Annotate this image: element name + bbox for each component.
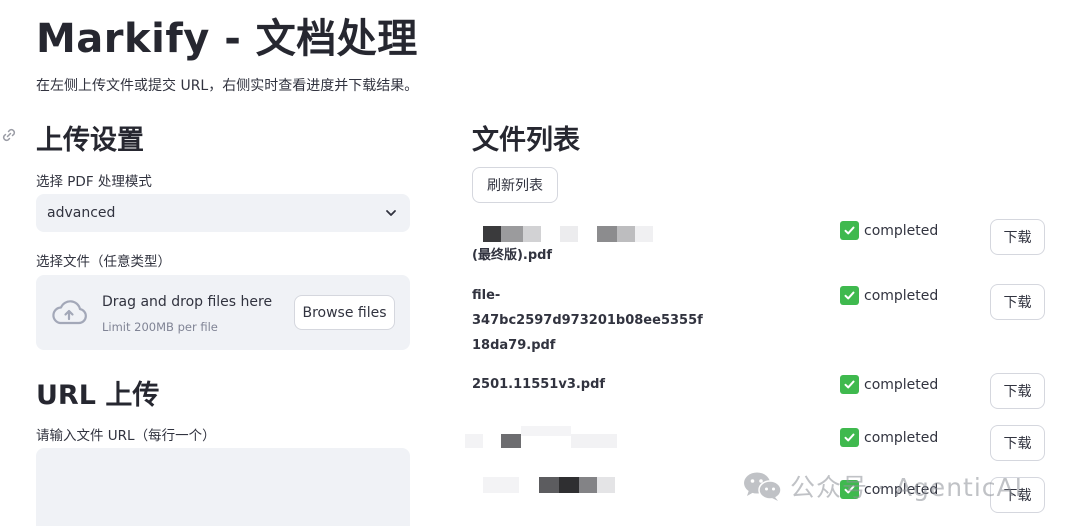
watermark: 公众号 · AgenticAI [742, 468, 1023, 504]
url-textarea[interactable] [36, 448, 410, 526]
status-badge: completed [840, 428, 938, 447]
download-button[interactable]: 下载 [990, 284, 1045, 320]
watermark-text: 公众号 · AgenticAI [790, 473, 1024, 502]
status-badge: completed [840, 286, 938, 305]
file-list-heading: 文件列表 [472, 125, 580, 156]
status-badge: completed [840, 375, 938, 394]
cloud-upload-icon [52, 300, 87, 325]
file-name-line: 18da79.pdf [472, 338, 556, 353]
wechat-icon [744, 472, 782, 501]
check-mark-icon [840, 221, 859, 240]
file-name-line: file- [472, 288, 501, 303]
mode-select-label: 选择 PDF 处理模式 [36, 174, 152, 190]
chevron-down-icon [386, 210, 396, 216]
file-upload-label: 选择文件（任意类型） [36, 254, 171, 270]
file-name-line: 347bc2597d973201b08ee5355f [472, 313, 703, 328]
refresh-list-button[interactable]: 刷新列表 [472, 167, 558, 203]
dropzone-limit: Limit 200MB per file [102, 320, 218, 334]
page-subtitle: 在左侧上传文件或提交 URL，右侧实时查看进度并下载结果。 [36, 78, 419, 94]
browse-files-button[interactable]: Browse files [294, 295, 395, 330]
mode-select[interactable]: advanced [36, 194, 410, 232]
file-dropzone[interactable]: Drag and drop files here Limit 200MB per… [36, 275, 410, 350]
download-button[interactable]: 下载 [990, 425, 1045, 461]
download-button[interactable]: 下载 [990, 219, 1045, 255]
download-button[interactable]: 下载 [990, 373, 1045, 409]
check-mark-icon [840, 286, 859, 305]
dropzone-instruction: Drag and drop files here [102, 294, 273, 310]
upload-settings-heading: 上传设置 [36, 125, 144, 156]
status-badge: completed [840, 221, 938, 240]
check-mark-icon [840, 375, 859, 394]
file-name: (最终版).pdf [472, 248, 553, 263]
url-upload-heading: URL 上传 [36, 380, 160, 411]
url-input-label: 请输入文件 URL（每行一个） [36, 428, 216, 444]
link-icon[interactable] [0, 126, 18, 144]
check-mark-icon [840, 428, 859, 447]
mode-select-value: advanced [47, 205, 116, 221]
page-title: Markify - 文档处理 [36, 16, 418, 62]
file-name: 2501.11551v3.pdf [472, 377, 606, 392]
